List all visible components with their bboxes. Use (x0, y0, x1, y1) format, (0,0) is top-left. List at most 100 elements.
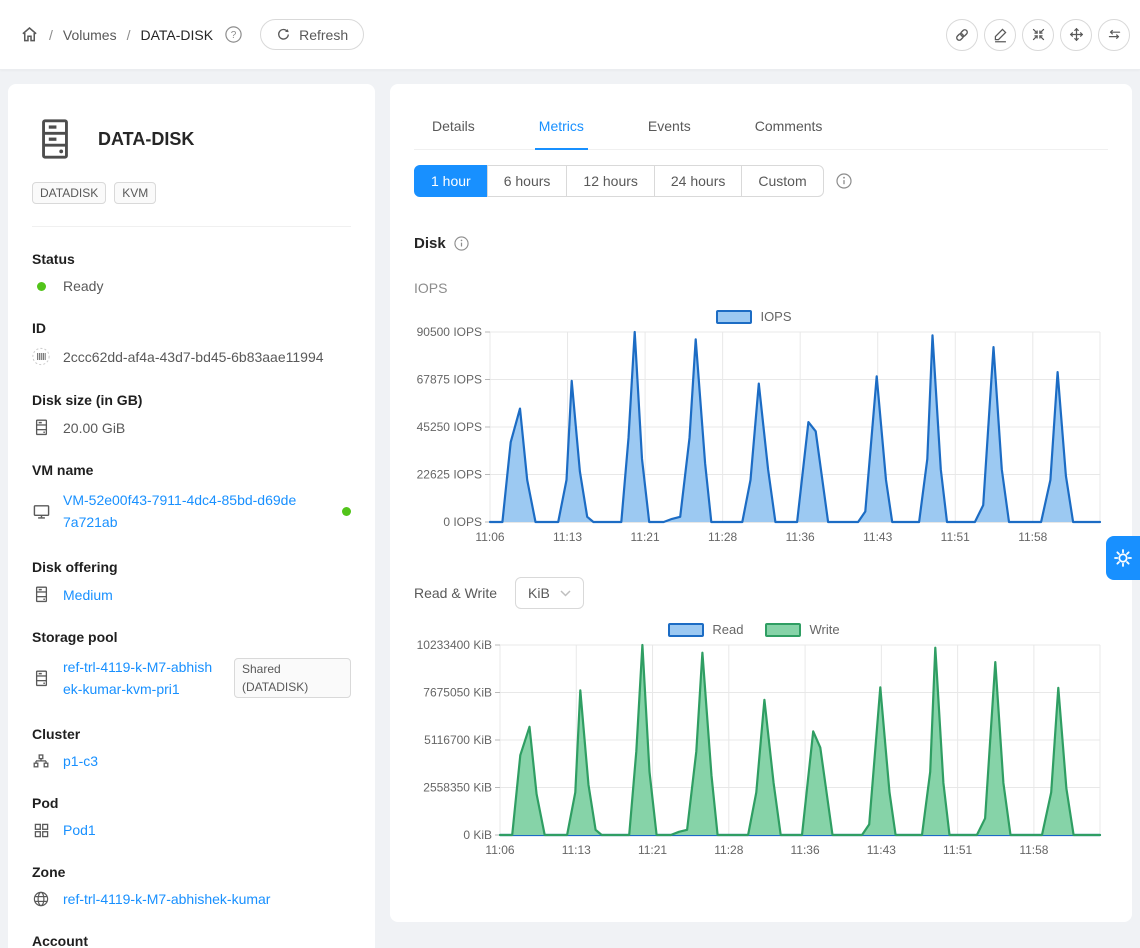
range-12-hours[interactable]: 12 hours (566, 165, 654, 197)
storage-pool-link[interactable]: ref-trl-4119-k-M7-abhishek-kumar-kvm-pri… (63, 656, 215, 700)
tab-comments[interactable]: Comments (751, 104, 827, 149)
gear-icon (1113, 548, 1133, 568)
svg-text:11:36: 11:36 (786, 530, 815, 544)
section-zone: Zone ref-trl-4119-k-M7-abhishek-kumar (32, 864, 351, 907)
help-icon[interactable]: ? (225, 26, 242, 43)
time-range-row: 1 hour 6 hours 12 hours 24 hours Custom (414, 165, 1108, 197)
svg-text:11:06: 11:06 (475, 530, 504, 544)
svg-text:5116700 KiB: 5116700 KiB (424, 733, 492, 747)
svg-text:0 KiB: 0 KiB (463, 828, 492, 842)
refresh-icon (276, 27, 291, 42)
write-legend-swatch[interactable] (765, 623, 801, 637)
iops-legend-label: IOPS (760, 309, 791, 324)
volume-type-tag: DATADISK (32, 182, 106, 204)
breadcrumb-current: DATA-DISK (140, 27, 213, 43)
link-icon (953, 26, 971, 44)
section-storage-pool: Storage pool ref-trl-4119-k-M7-abhishek-… (32, 629, 351, 700)
settings-fab[interactable] (1106, 536, 1140, 580)
swap-icon (1106, 26, 1123, 43)
svg-text:11:51: 11:51 (943, 843, 972, 857)
hdd-icon (32, 419, 50, 436)
svg-text:11:28: 11:28 (708, 530, 737, 544)
migrate-button[interactable] (1060, 19, 1092, 51)
barcode-icon (32, 347, 50, 366)
write-legend-label: Write (809, 622, 839, 637)
svg-text:11:58: 11:58 (1019, 843, 1048, 857)
svg-text:45250 IOPS: 45250 IOPS (417, 420, 482, 434)
section-cluster: Cluster p1-c3 (32, 726, 351, 769)
svg-text:22625 IOPS: 22625 IOPS (417, 468, 482, 482)
disk-offering-link[interactable]: Medium (63, 587, 113, 603)
shrink-icon (1030, 26, 1047, 43)
global-icon (32, 891, 50, 907)
chevron-down-icon (560, 590, 571, 597)
hdd-icon (32, 670, 50, 687)
volume-id-value: 2ccc62dd-af4a-43d7-bd45-6b83aae11994 (63, 349, 324, 365)
svg-text:11:21: 11:21 (638, 843, 667, 857)
volume-hdd-icon (34, 116, 76, 162)
range-24-hours[interactable]: 24 hours (654, 165, 742, 197)
top-bar: / Volumes / DATA-DISK ? Refresh (0, 0, 1140, 70)
iops-legend-swatch[interactable] (716, 310, 752, 324)
svg-text:?: ? (231, 30, 237, 41)
section-account: Account admin (32, 933, 351, 948)
tab-events[interactable]: Events (644, 104, 695, 149)
svg-text:2558350 KiB: 2558350 KiB (423, 781, 492, 795)
migrate-data-button[interactable] (1098, 19, 1130, 51)
info-icon[interactable] (454, 236, 469, 251)
info-icon[interactable] (836, 173, 852, 189)
range-custom[interactable]: Custom (741, 165, 823, 197)
breadcrumb-volumes[interactable]: Volumes (63, 27, 117, 43)
section-status: Status Ready (32, 251, 351, 294)
read-write-label: Read & Write (414, 585, 497, 601)
vm-name-link[interactable]: VM-52e00f43-7911-4dc4-85bd-d69de7a721ab (63, 489, 301, 533)
refresh-button[interactable]: Refresh (260, 19, 364, 50)
tab-metrics[interactable]: Metrics (535, 104, 588, 149)
disk-size-value: 20.00 GiB (63, 420, 125, 436)
disk-metrics-heading: Disk (414, 235, 1108, 252)
storage-pool-scope-tag: Shared (DATADISK) (234, 658, 351, 698)
time-range-group: 1 hour 6 hours 12 hours 24 hours Custom (414, 165, 824, 197)
vm-status-dot (342, 507, 351, 516)
volume-summary-card: DATA-DISK DATADISK KVM Status Ready ID (8, 84, 375, 948)
read-write-legend: Read Write (414, 622, 1108, 637)
svg-text:7675050 KiB: 7675050 KiB (423, 686, 492, 700)
edit-button[interactable] (984, 19, 1016, 51)
svg-text:0 IOPS: 0 IOPS (443, 515, 482, 529)
read-legend-swatch[interactable] (668, 623, 704, 637)
range-6-hours[interactable]: 6 hours (487, 165, 568, 197)
zone-link[interactable]: ref-trl-4119-k-M7-abhishek-kumar (63, 891, 270, 907)
desktop-icon (32, 503, 50, 520)
breadcrumb-separator: / (49, 27, 53, 43)
iops-chart: 0 IOPS22625 IOPS45250 IOPS67875 IOPS9050… (414, 324, 1108, 548)
section-pod: Pod Pod1 (32, 795, 351, 838)
svg-text:11:28: 11:28 (714, 843, 743, 857)
section-disk-size: Disk size (in GB) 20.00 GiB (32, 392, 351, 436)
resize-button[interactable] (1022, 19, 1054, 51)
svg-text:11:58: 11:58 (1018, 530, 1047, 544)
breadcrumb-separator: / (127, 27, 131, 43)
svg-text:11:51: 11:51 (941, 530, 970, 544)
move-icon (1068, 26, 1085, 43)
svg-text:10233400 KiB: 10233400 KiB (417, 638, 492, 652)
edit-icon (992, 26, 1009, 43)
svg-text:11:13: 11:13 (562, 843, 591, 857)
home-icon[interactable] (20, 25, 39, 44)
page-title: DATA-DISK (98, 129, 194, 150)
hypervisor-tag: KVM (114, 182, 156, 204)
iops-legend: IOPS (414, 309, 1108, 324)
volume-actions (946, 19, 1130, 51)
svg-text:90500 IOPS: 90500 IOPS (417, 325, 482, 339)
pod-link[interactable]: Pod1 (63, 822, 96, 838)
tab-details[interactable]: Details (428, 104, 479, 149)
unit-select[interactable]: KiB (515, 577, 584, 609)
iops-chart-title: IOPS (414, 280, 1108, 296)
hdd-icon (32, 586, 50, 603)
status-value: Ready (63, 278, 103, 294)
attach-link-button[interactable] (946, 19, 978, 51)
cluster-link[interactable]: p1-c3 (63, 753, 98, 769)
range-1-hour[interactable]: 1 hour (414, 165, 488, 197)
read-write-chart: 0 KiB 2558350 KiB 5116700 KiB 7675050 KiB 10… (414, 637, 1108, 861)
volume-detail-card: Details Metrics Events Comments 1 hour 6… (390, 84, 1132, 922)
cluster-icon (32, 754, 50, 769)
